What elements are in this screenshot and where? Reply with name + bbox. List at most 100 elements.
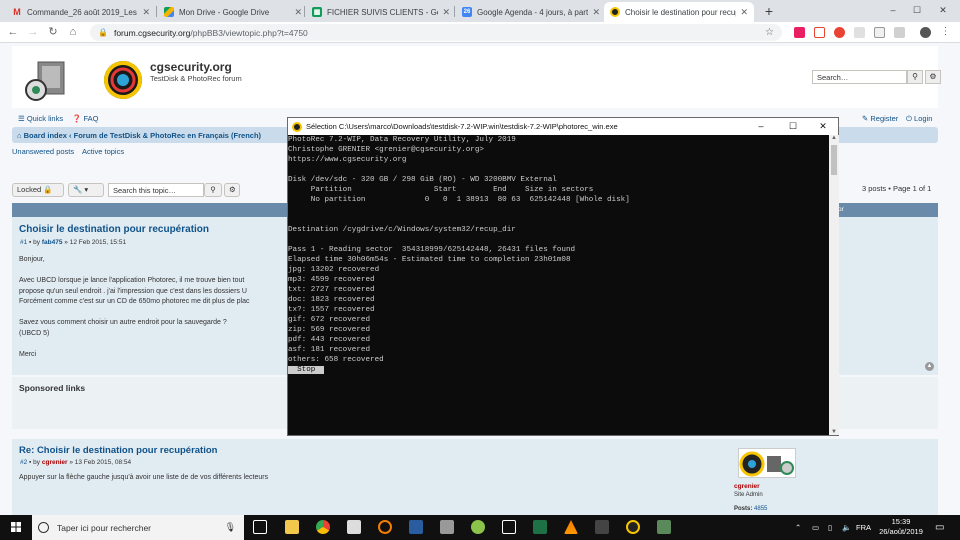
tab-google-drive[interactable]: Mon Drive - Google Drive ✕ (158, 2, 308, 22)
home-icon[interactable]: ⌂ (66, 25, 80, 39)
tab-cgsecurity[interactable]: Choisir le destination pour recup... ✕ (604, 2, 754, 22)
post-line: (UBCD 5) (19, 329, 50, 337)
console-close-button[interactable]: ✕ (808, 118, 838, 135)
scroll-down-icon[interactable]: ▼ (830, 429, 838, 435)
post-line: Bonjour, (19, 256, 45, 263)
photorec-logo (104, 61, 142, 99)
post-title[interactable]: Re: Choisir le destination pour recupéra… (19, 445, 217, 456)
breadcrumb-forum[interactable]: Forum de TestDisk & PhotoRec en Français… (74, 131, 261, 140)
console-scrollbar[interactable]: ▲ ▼ (829, 135, 839, 435)
close-window-button[interactable]: ✕ (930, 0, 956, 20)
extension-icon[interactable] (874, 27, 885, 38)
address-bar[interactable]: 🔒 forum.cgsecurity.org/phpBB3/viewtopic.… (90, 24, 782, 41)
scroll-up-icon[interactable]: ▲ (830, 135, 838, 141)
post-number[interactable]: #2 (20, 459, 27, 466)
post-number[interactable]: #1 (20, 239, 27, 246)
battery-icon[interactable]: ▯ (828, 515, 832, 540)
microphone-icon[interactable]: 🎙 (225, 522, 236, 533)
back-to-top-icon[interactable]: ▲ (925, 362, 934, 371)
profile-name[interactable]: cgrenier (734, 483, 760, 490)
register-link[interactable]: ✎ Register (862, 114, 898, 123)
close-tab-icon[interactable]: ✕ (740, 7, 748, 18)
post-author[interactable]: cgrenier (42, 459, 68, 466)
back-arrow-icon[interactable]: ← (6, 25, 20, 39)
testdisk-taskbar-icon[interactable] (657, 520, 671, 534)
maximize-window-button[interactable]: ☐ (904, 0, 930, 20)
tab-gmail[interactable]: M Commande_26 août 2019_Les Fr... ✕ (6, 2, 156, 22)
close-tab-icon[interactable]: ✕ (442, 7, 450, 18)
tab-google-sheets[interactable]: ▦ FICHIER SUIVIS CLIENTS - Googl... ✕ (306, 2, 456, 22)
chrome-icon[interactable] (316, 520, 330, 534)
vlc-icon[interactable] (564, 520, 578, 534)
reload-icon[interactable]: ↻ (46, 25, 60, 39)
close-tab-icon[interactable]: ✕ (592, 7, 600, 18)
clock[interactable]: 15:39 26/août/2019 (876, 515, 926, 540)
extension-icon[interactable] (894, 27, 905, 38)
app-icon[interactable] (471, 520, 485, 534)
new-tab-button[interactable]: + (760, 2, 778, 20)
excel-icon[interactable] (533, 520, 547, 534)
console-line: Pass 1 - Reading sector 354318999/625142… (288, 246, 576, 254)
tray-chevron-icon[interactable]: ⌃ (795, 515, 801, 540)
faq-link[interactable]: ❓ FAQ (72, 114, 98, 123)
site-description: TestDisk & PhotoRec forum (150, 74, 242, 83)
mail-icon[interactable] (347, 520, 361, 534)
testdisk-logo (24, 58, 74, 102)
extension-icon[interactable] (834, 27, 845, 38)
topic-search-input[interactable]: Search this topic… (108, 183, 204, 197)
site-search-input[interactable]: Search… (812, 70, 907, 84)
7zip-icon[interactable] (595, 520, 609, 534)
breadcrumb-board-index[interactable]: Board index (24, 131, 67, 140)
quick-links[interactable]: ☰ Quick links (18, 114, 63, 123)
gear-icon[interactable]: ⚙ (224, 183, 240, 197)
photorec-taskbar-icon[interactable] (626, 520, 640, 534)
locked-button[interactable]: Locked 🔒 (12, 183, 64, 197)
extension-icon[interactable] (814, 27, 825, 38)
bookmark-star-icon[interactable]: ☆ (765, 27, 774, 38)
scroll-thumb[interactable] (831, 145, 837, 175)
forward-arrow-icon[interactable]: → (26, 25, 40, 39)
unanswered-posts-link[interactable]: Unanswered posts (12, 147, 74, 156)
snip-icon[interactable] (502, 520, 516, 534)
console-minimize-button[interactable]: – (746, 118, 776, 135)
profile-avatar[interactable] (920, 27, 931, 38)
language-indicator[interactable]: FRA (856, 515, 871, 540)
file-explorer-icon[interactable] (285, 520, 299, 534)
tab-google-calendar[interactable]: 26 Google Agenda - 4 jours, à partir... … (456, 2, 606, 22)
network-icon[interactable]: ▭ (812, 515, 819, 540)
windows-start-icon[interactable] (0, 515, 32, 540)
notifications-icon[interactable]: ▭ (935, 515, 944, 540)
minimize-window-button[interactable]: – (880, 0, 906, 20)
menu-dots-icon[interactable]: ⋮ (940, 27, 951, 38)
site-name[interactable]: cgsecurity.org (150, 60, 232, 74)
active-topics-link[interactable]: Active topics (82, 147, 124, 156)
post-line: Savez vous comment choisir un autre endr… (19, 319, 227, 326)
profile-posts-count[interactable]: 4855 (754, 506, 767, 512)
post-author[interactable]: fab475 (42, 239, 63, 246)
volume-icon[interactable]: 🔈 (842, 515, 851, 540)
extension-icon[interactable] (854, 27, 865, 38)
taskbar-search[interactable]: Taper ici pour rechercher 🎙 (32, 515, 244, 540)
stop-button[interactable]: Stop (288, 366, 325, 374)
close-tab-icon[interactable]: ✕ (142, 7, 150, 18)
close-tab-icon[interactable]: ✕ (294, 7, 302, 18)
gear-icon[interactable]: ⚙ (925, 70, 941, 84)
calculator-icon[interactable] (440, 520, 454, 534)
console-output[interactable]: PhotoRec 7.2-WIP, Data Recovery Utility,… (288, 135, 829, 435)
extension-icon[interactable] (794, 27, 805, 38)
google-calendar-icon: 26 (462, 7, 472, 17)
post-meta: #1 ▪ by fab475 » 12 Feb 2015, 15:51 (20, 239, 126, 246)
tab-label: Mon Drive - Google Drive (179, 7, 270, 17)
console-maximize-button[interactable]: ☐ (778, 118, 808, 135)
cortana-icon (38, 522, 49, 533)
task-view-icon[interactable] (253, 520, 267, 534)
search-icon[interactable]: ⚲ (204, 183, 222, 197)
topic-tools-button[interactable]: 🔧 ▾ (68, 183, 104, 197)
app-icon[interactable] (378, 520, 392, 534)
post-by: by (33, 239, 41, 246)
login-link[interactable]: ⏻ Login (906, 114, 932, 124)
search-icon[interactable]: ⚲ (907, 70, 923, 84)
console-line: mp3: 4599 recovered (288, 276, 375, 284)
photos-icon[interactable] (409, 520, 423, 534)
post-title[interactable]: Choisir le destination pour recupération (19, 224, 209, 235)
